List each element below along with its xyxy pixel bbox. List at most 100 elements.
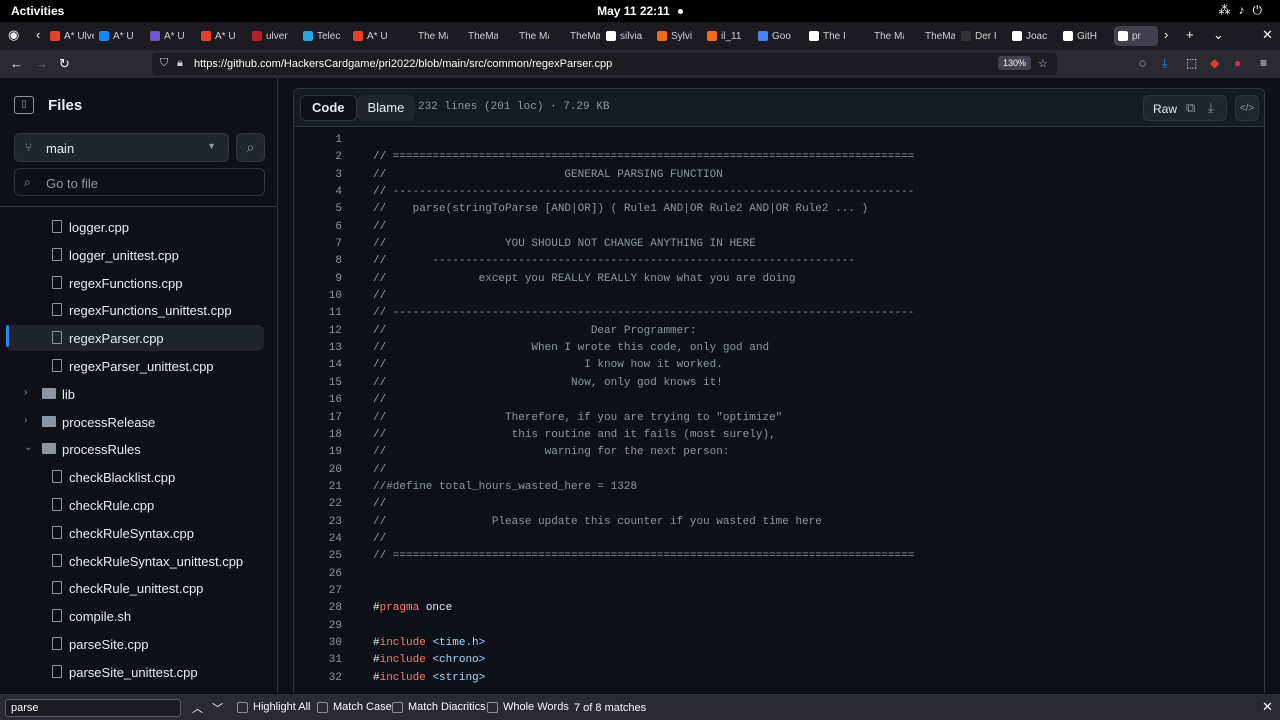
tree-file[interactable]: checkRule.cpp [6,492,264,518]
download-icon[interactable]: ⤓ [1208,100,1214,116]
tree-file[interactable]: logger_unittest.cpp [6,242,264,268]
line-number[interactable]: 31 [294,654,342,666]
line-number[interactable]: 24 [294,533,342,545]
tree-folder[interactable]: ⌄ processRules [6,436,264,462]
tree-folder[interactable]: › processRelease [6,409,264,435]
reload-icon[interactable]: ↻ [59,56,70,72]
back-icon[interactable]: ← [10,56,23,71]
zoom-level[interactable]: 130% [998,56,1032,70]
find-next-icon[interactable]: ﹀ [212,700,223,716]
whole-words-checkbox[interactable]: Whole Words [487,701,569,713]
line-number[interactable]: 16 [294,394,342,406]
browser-tab[interactable]: il_11 [707,26,751,46]
highlight-all-checkbox[interactable]: Highlight All [237,701,310,713]
browser-tab[interactable]: pr [1114,26,1158,46]
firefox-view-icon[interactable]: ◉ [8,27,19,43]
browser-tab[interactable]: A* U [201,26,245,46]
addon-icon[interactable]: ● [1234,56,1241,70]
downloads-icon[interactable]: ⤓ [1162,56,1167,71]
browser-tab[interactable]: The Mag [860,26,904,46]
browser-tab[interactable]: The Mag [404,26,448,46]
tree-file[interactable]: checkRuleSyntax.cpp [6,520,264,546]
url-bar[interactable]: ⛉ 🔒︎ https://github.com/HackersCardgame/… [152,53,1057,75]
find-previous-icon[interactable]: ︿ [192,700,203,716]
line-number[interactable]: 28 [294,602,342,614]
line-number[interactable]: 1 [294,134,342,146]
line-number[interactable]: 3 [294,169,342,181]
line-number[interactable]: 6 [294,221,342,233]
list-all-tabs-icon[interactable]: ⌄ [1213,27,1224,43]
line-number[interactable]: 2 [294,151,342,163]
browser-tab[interactable]: ulver [252,26,296,46]
app-menu-icon[interactable]: ≡ [1260,56,1267,70]
gitlab-extension-icon[interactable]: ◆ [1210,56,1219,70]
code-tab[interactable]: Code [300,95,357,121]
shield-icon[interactable]: ⛉ [160,57,168,70]
browser-tab[interactable]: Joac [1012,26,1056,46]
browser-tab[interactable]: A* U [150,26,194,46]
line-number[interactable]: 30 [294,637,342,649]
pocket-icon[interactable]: ◌ [1139,56,1146,70]
line-number[interactable]: 25 [294,550,342,562]
browser-tab[interactable]: Sylvi [657,26,701,46]
line-number[interactable]: 13 [294,342,342,354]
symbols-panel-icon[interactable]: </> [1235,95,1259,121]
copy-icon[interactable]: ⧉ [1186,100,1195,116]
system-tray[interactable]: ⁂♪⏻ [1219,3,1271,18]
line-number[interactable]: 27 [294,585,342,597]
search-button[interactable]: ⌕ [236,133,265,162]
browser-tab[interactable]: Goo [758,26,802,46]
line-number[interactable]: 11 [294,307,342,319]
line-number[interactable]: 26 [294,568,342,580]
code-lines[interactable]: 1 2// ===================================… [294,133,1264,688]
line-number[interactable]: 32 [294,672,342,684]
match-case-checkbox[interactable]: Match Case [317,701,392,713]
line-number[interactable]: 10 [294,290,342,302]
lock-icon[interactable]: 🔒︎ [177,57,183,70]
branch-selector[interactable]: ⑂ main ▼ [14,133,229,162]
collapse-panel-icon[interactable]: ▯ [14,96,34,114]
browser-tab[interactable]: The I [809,26,853,46]
line-number[interactable]: 15 [294,377,342,389]
browser-tab[interactable]: silvia [606,26,650,46]
tree-file[interactable]: regexParser.cpp [6,325,264,352]
go-to-file-input[interactable]: ⌕ Go to file [14,168,265,196]
chevron-right-icon[interactable]: › [24,415,27,426]
tree-file[interactable]: compile.sh [6,603,264,629]
chevron-down-icon[interactable]: ⌄ [24,442,32,453]
tree-file[interactable]: parseSite.cpp [6,631,264,657]
browser-tab[interactable]: TheMag [556,26,600,46]
line-number[interactable]: 20 [294,464,342,476]
line-number[interactable]: 5 [294,203,342,215]
browser-tab[interactable]: TheMag [911,26,955,46]
line-number[interactable]: 4 [294,186,342,198]
line-number[interactable]: 7 [294,238,342,250]
tree-file[interactable]: checkRuleSyntax_unittest.cpp [6,548,264,574]
line-number[interactable]: 19 [294,446,342,458]
tree-file[interactable]: regexParser_unittest.cpp [6,353,264,379]
browser-tab[interactable]: TheMag [454,26,498,46]
close-window-icon[interactable]: ✕ [1262,27,1273,43]
tree-file[interactable]: logger.cpp [6,214,264,240]
tree-file[interactable]: regexFunctions.cpp [6,270,264,296]
close-find-bar-icon[interactable]: ✕ [1262,699,1273,715]
match-diacritics-checkbox[interactable]: Match Diacritics [392,701,486,713]
url-text[interactable]: https://github.com/HackersCardgame/pri20… [194,58,612,70]
browser-tab[interactable]: A* Ulven [50,26,94,46]
line-number[interactable]: 29 [294,620,342,632]
bookmark-star-icon[interactable]: ☆ [1038,57,1048,70]
new-tab-button[interactable]: + [1186,27,1194,42]
forward-icon[interactable]: → [35,56,48,71]
chevron-right-icon[interactable]: › [24,387,27,398]
tree-file[interactable]: checkRule_unittest.cpp [6,575,264,601]
scroll-tabs-right-icon[interactable]: › [1164,27,1168,42]
browser-tab[interactable]: GitH [1063,26,1107,46]
scroll-tabs-left-icon[interactable]: ‹ [36,27,40,42]
blame-tab[interactable]: Blame [356,95,416,121]
browser-tab[interactable]: Der I [961,26,1005,46]
extensions-icon[interactable]: ⬚ [1186,56,1197,70]
line-number[interactable]: 17 [294,412,342,424]
find-input[interactable]: parse [5,699,181,717]
line-number[interactable]: 18 [294,429,342,441]
line-number[interactable]: 22 [294,498,342,510]
